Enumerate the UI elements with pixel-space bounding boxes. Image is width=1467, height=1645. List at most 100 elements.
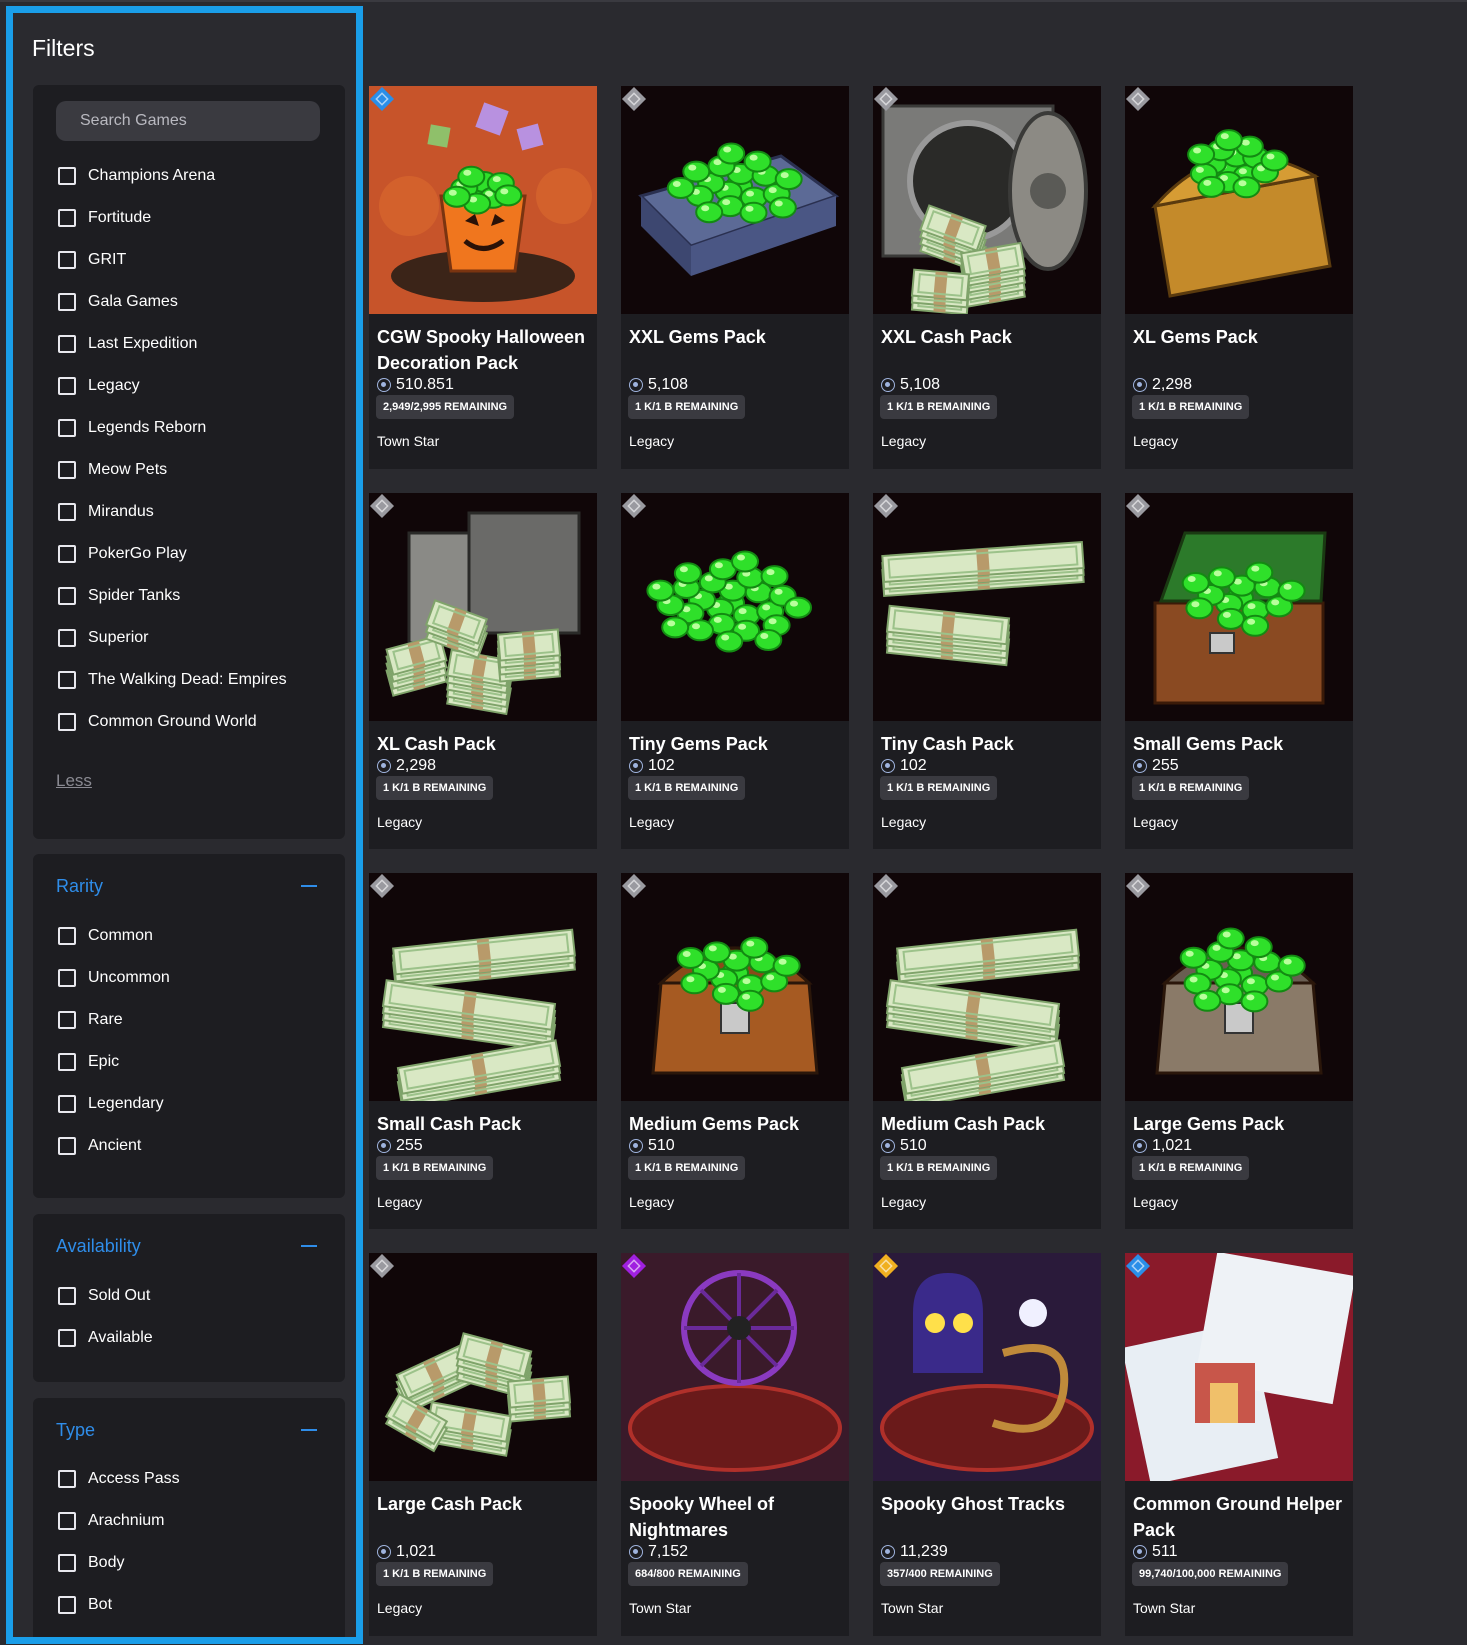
rarity-filter-option[interactable]: Ancient bbox=[58, 1133, 141, 1159]
game-filter-option-label: Legacy bbox=[88, 377, 140, 394]
checkbox[interactable] bbox=[58, 671, 76, 689]
checkbox[interactable] bbox=[58, 167, 76, 185]
checkbox[interactable] bbox=[58, 1137, 76, 1155]
checkbox[interactable] bbox=[58, 969, 76, 987]
checkbox[interactable] bbox=[58, 1053, 76, 1071]
game-filter-option[interactable]: Superior bbox=[58, 625, 148, 651]
item-card[interactable]: Medium Gems Pack 510 1 K/1 B REMAINING L… bbox=[621, 873, 849, 1229]
item-image[interactable] bbox=[873, 1253, 1101, 1481]
checkbox[interactable] bbox=[58, 461, 76, 479]
checkbox[interactable] bbox=[58, 1329, 76, 1347]
game-filter-option[interactable]: PokerGo Play bbox=[58, 541, 187, 567]
rarity-filter-option[interactable]: Common bbox=[58, 923, 153, 949]
item-image[interactable] bbox=[873, 493, 1101, 721]
item-card[interactable]: XXL Gems Pack 5,108 1 K/1 B REMAINING Le… bbox=[621, 86, 849, 469]
item-card[interactable]: Tiny Gems Pack 102 1 K/1 B REMAINING Leg… bbox=[621, 493, 849, 849]
remaining-badge: 1 K/1 B REMAINING bbox=[376, 1562, 494, 1586]
checkbox[interactable] bbox=[58, 1470, 76, 1488]
checkbox[interactable] bbox=[58, 419, 76, 437]
game-filter-option[interactable]: Legends Reborn bbox=[58, 415, 206, 441]
collapse-minus-icon[interactable] bbox=[301, 885, 317, 887]
checkbox[interactable] bbox=[58, 377, 76, 395]
game-filter-option[interactable]: Champions Arena bbox=[58, 163, 215, 189]
checkbox[interactable] bbox=[58, 335, 76, 353]
checkbox[interactable] bbox=[58, 1287, 76, 1305]
item-card[interactable]: CGW Spooky Halloween Decoration Pack 510… bbox=[369, 86, 597, 469]
checkbox[interactable] bbox=[58, 629, 76, 647]
game-filter-option[interactable]: Spider Tanks bbox=[58, 583, 180, 609]
collapse-minus-icon[interactable] bbox=[301, 1245, 317, 1247]
game-filter-option[interactable]: Last Expedition bbox=[58, 331, 197, 357]
item-card[interactable]: XXL Cash Pack 5,108 1 K/1 B REMAINING Le… bbox=[873, 86, 1101, 469]
type-filter-option[interactable]: Bot bbox=[58, 1592, 112, 1618]
game-filter-option[interactable]: GRIT bbox=[58, 247, 126, 273]
item-image[interactable] bbox=[1125, 873, 1353, 1101]
availability-filter-option[interactable]: Available bbox=[58, 1325, 153, 1351]
rarity-filter-option[interactable]: Uncommon bbox=[58, 965, 170, 991]
checkbox[interactable] bbox=[58, 1596, 76, 1614]
game-filter-option[interactable]: Meow Pets bbox=[58, 457, 167, 483]
checkbox[interactable] bbox=[58, 503, 76, 521]
game-filter-option[interactable]: Mirandus bbox=[58, 499, 154, 525]
item-image[interactable] bbox=[369, 493, 597, 721]
item-card[interactable]: Small Gems Pack 255 1 K/1 B REMAINING Le… bbox=[1125, 493, 1353, 849]
rarity-panel-header[interactable]: Rarity bbox=[56, 874, 325, 898]
item-image[interactable] bbox=[621, 493, 849, 721]
checkbox[interactable] bbox=[58, 209, 76, 227]
collapse-minus-icon[interactable] bbox=[301, 1429, 317, 1431]
availability-panel-header[interactable]: Availability bbox=[56, 1234, 325, 1258]
item-image[interactable] bbox=[621, 86, 849, 314]
type-filter-option[interactable]: Body bbox=[58, 1550, 124, 1576]
item-image[interactable] bbox=[369, 873, 597, 1101]
item-card[interactable]: Spooky Ghost Tracks 11,239 357/400 REMAI… bbox=[873, 1253, 1101, 1636]
checkbox[interactable] bbox=[58, 713, 76, 731]
availability-filter-option-label: Sold Out bbox=[88, 1287, 151, 1304]
item-card[interactable]: XL Gems Pack 2,298 1 K/1 B REMAINING Leg… bbox=[1125, 86, 1353, 469]
item-image[interactable] bbox=[1125, 493, 1353, 721]
type-filter-option[interactable]: Arachnium bbox=[58, 1508, 164, 1534]
item-image[interactable] bbox=[621, 1253, 849, 1481]
checkbox[interactable] bbox=[58, 1554, 76, 1572]
checkbox[interactable] bbox=[58, 1512, 76, 1530]
item-card[interactable]: Spooky Wheel of Nightmares 7,152 684/800… bbox=[621, 1253, 849, 1636]
search-games-input[interactable] bbox=[56, 101, 320, 141]
item-image[interactable] bbox=[369, 86, 597, 314]
game-filter-option[interactable]: The Walking Dead: Empires bbox=[58, 667, 287, 693]
checkbox[interactable] bbox=[58, 1011, 76, 1029]
checkbox[interactable] bbox=[58, 293, 76, 311]
item-card[interactable]: Large Gems Pack 1,021 1 K/1 B REMAINING … bbox=[1125, 873, 1353, 1229]
type-filter-option[interactable]: Access Pass bbox=[58, 1466, 180, 1492]
checkbox[interactable] bbox=[58, 1095, 76, 1113]
checkbox[interactable] bbox=[58, 587, 76, 605]
item-image[interactable] bbox=[1125, 86, 1353, 314]
item-image[interactable] bbox=[369, 1253, 597, 1481]
item-card[interactable]: Large Cash Pack 1,021 1 K/1 B REMAINING … bbox=[369, 1253, 597, 1636]
item-card[interactable]: Common Ground Helper Pack 511 99,740/100… bbox=[1125, 1253, 1353, 1636]
item-art bbox=[385, 511, 581, 716]
item-card[interactable]: Tiny Cash Pack 102 1 K/1 B REMAINING Leg… bbox=[873, 493, 1101, 849]
checkbox[interactable] bbox=[58, 927, 76, 945]
gala-coin-icon bbox=[377, 759, 391, 773]
game-filter-option[interactable]: Legacy bbox=[58, 373, 140, 399]
item-image[interactable] bbox=[873, 873, 1101, 1101]
checkbox[interactable] bbox=[58, 251, 76, 269]
item-price: 510.851 bbox=[377, 376, 454, 394]
availability-filter-option[interactable]: Sold Out bbox=[58, 1283, 150, 1309]
item-image[interactable] bbox=[1125, 1253, 1353, 1481]
item-card[interactable]: Medium Cash Pack 510 1 K/1 B REMAINING L… bbox=[873, 873, 1101, 1229]
item-card[interactable]: Small Cash Pack 255 1 K/1 B REMAINING Le… bbox=[369, 873, 597, 1229]
item-card[interactable]: XL Cash Pack 2,298 1 K/1 B REMAINING Leg… bbox=[369, 493, 597, 849]
type-panel-header[interactable]: Type bbox=[56, 1418, 325, 1442]
remaining-badge: 1 K/1 B REMAINING bbox=[1132, 395, 1250, 419]
checkbox[interactable] bbox=[58, 545, 76, 563]
rarity-filter-option[interactable]: Legendary bbox=[58, 1091, 164, 1117]
game-filter-option[interactable]: Gala Games bbox=[58, 289, 178, 315]
less-link[interactable]: Less bbox=[56, 771, 92, 791]
item-image[interactable] bbox=[621, 873, 849, 1101]
game-filter-option[interactable]: Common Ground World bbox=[58, 709, 257, 735]
rarity-filter-option[interactable]: Rare bbox=[58, 1007, 123, 1033]
game-filter-option[interactable]: Fortitude bbox=[58, 205, 151, 231]
item-image[interactable] bbox=[873, 86, 1101, 314]
rarity-filter-option[interactable]: Epic bbox=[58, 1049, 119, 1075]
item-price-value: 2,298 bbox=[396, 757, 437, 774]
